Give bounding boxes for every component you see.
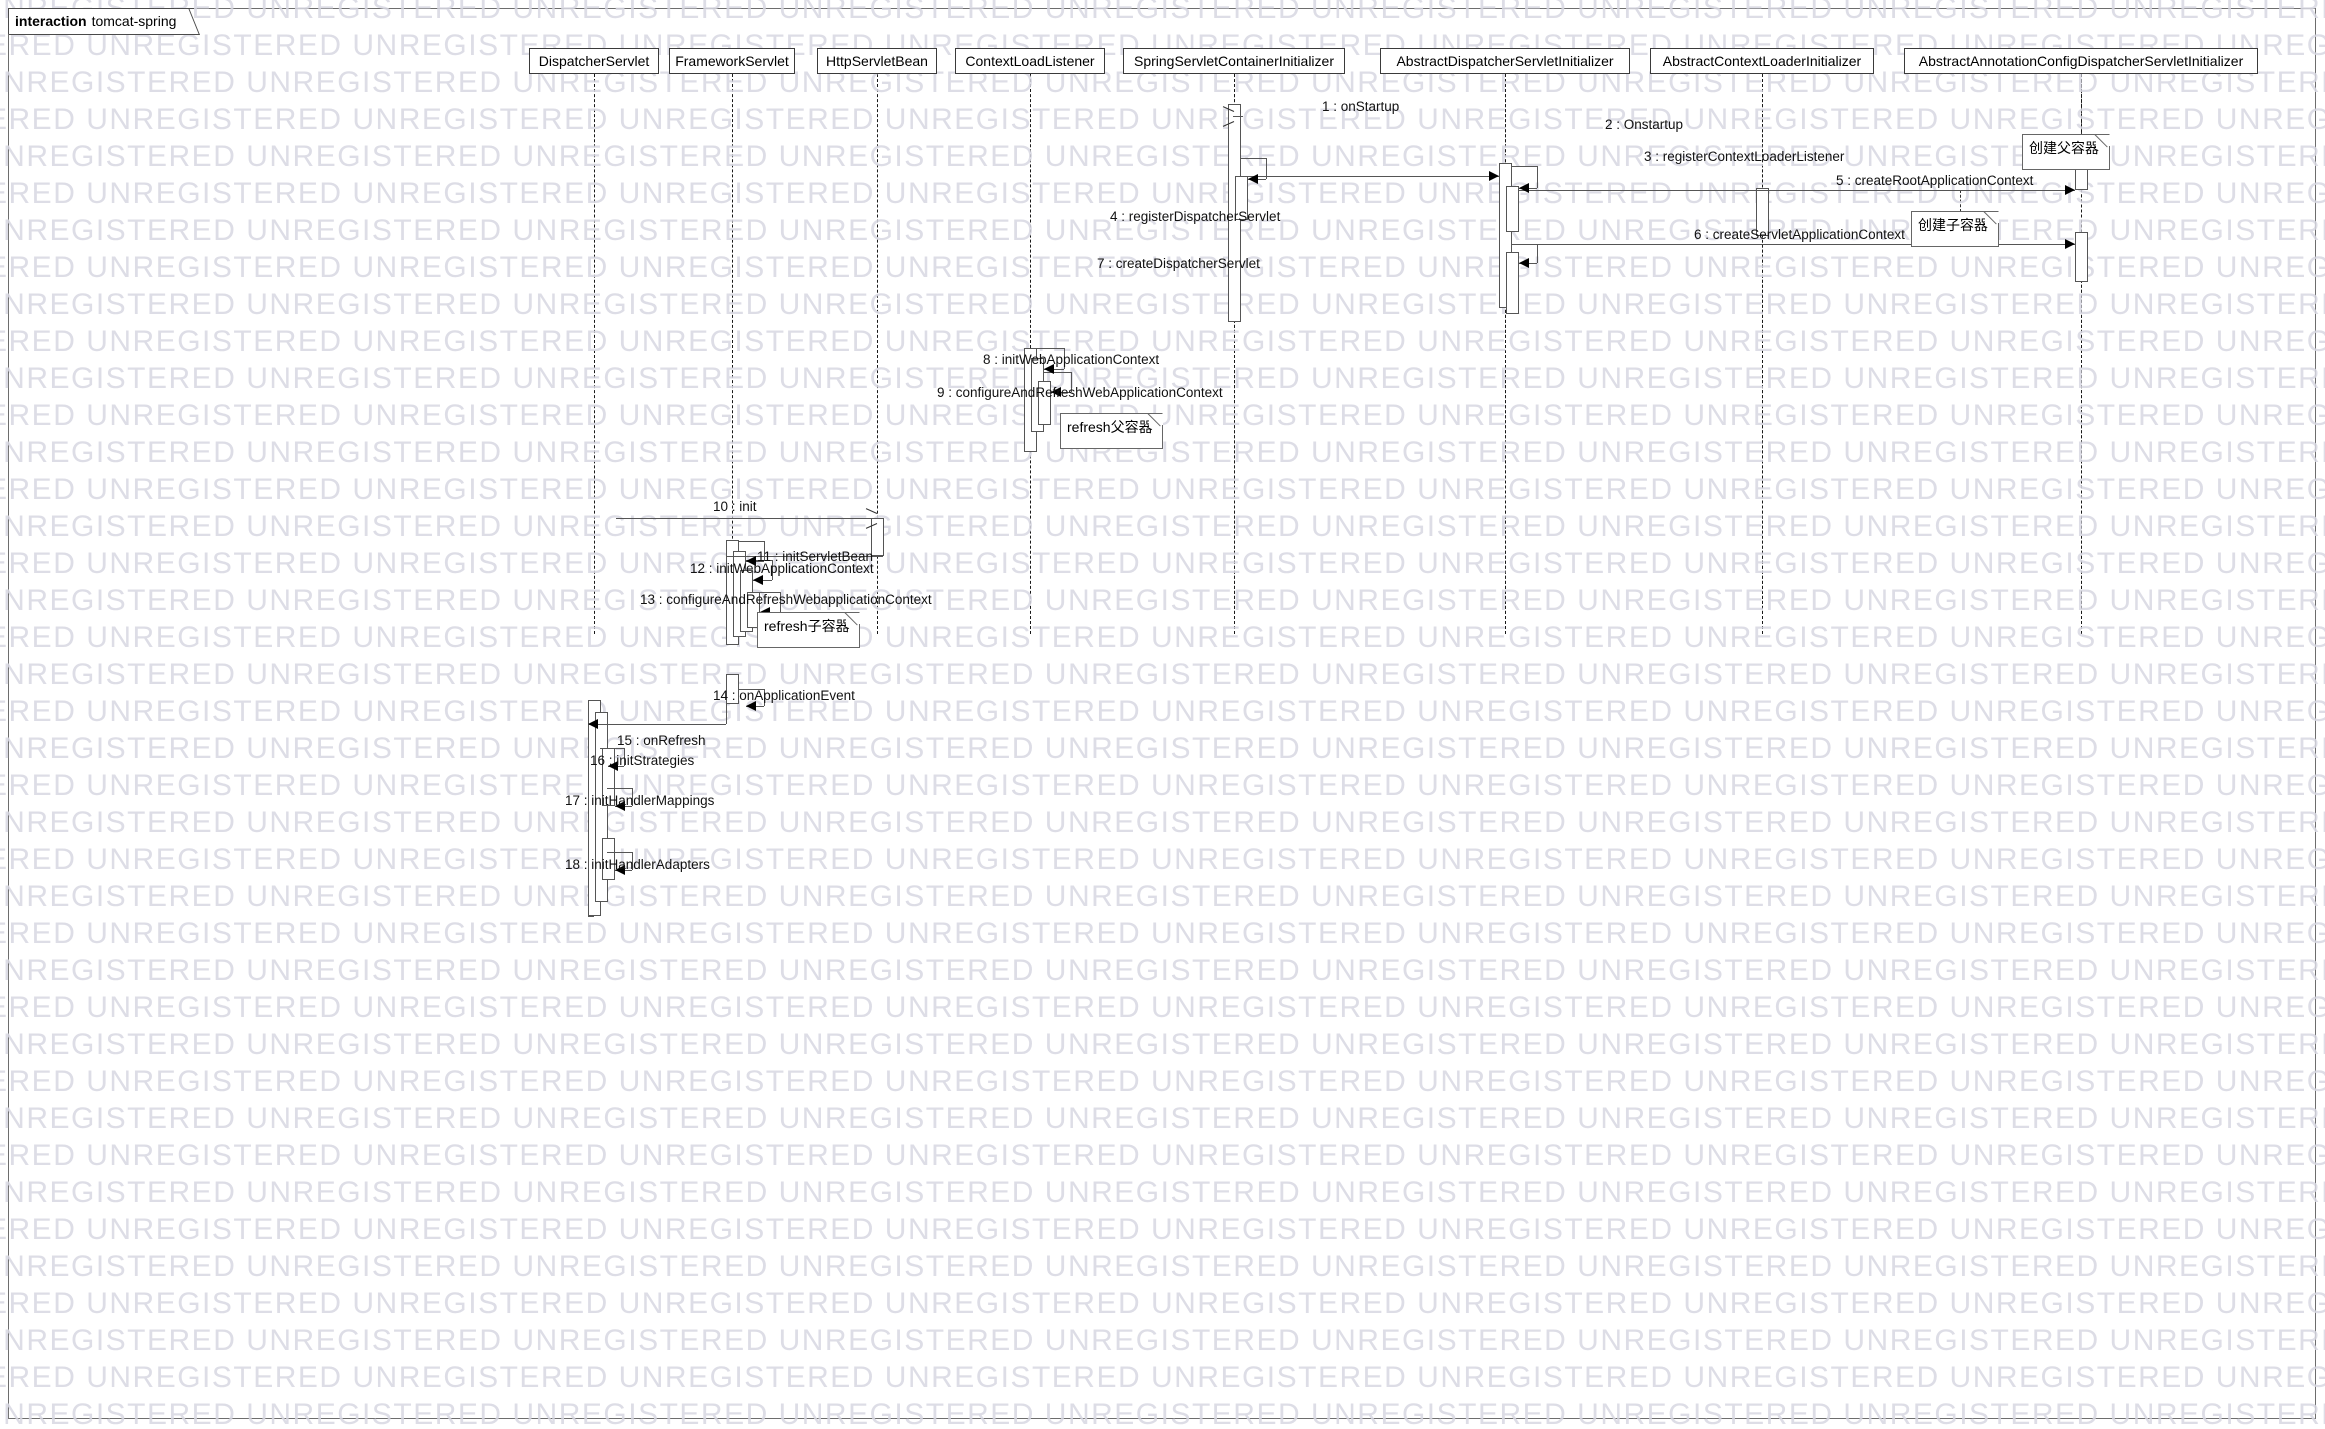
message-arrow-3 xyxy=(1519,183,1529,193)
activation-abstractAnnotation-2[interactable] xyxy=(2075,232,2088,282)
message-line-4a xyxy=(1240,158,1266,159)
lifeline-header-abstractAnnotation[interactable]: AbstractAnnotationConfigDispatcherServle… xyxy=(1904,48,2258,74)
message-label-12: 12 : initWebApplicationContext xyxy=(690,561,874,576)
message-line-16a xyxy=(600,748,624,749)
message-arrow-15 xyxy=(588,719,598,729)
interaction-frame-label: interaction tomcat-spring xyxy=(8,8,195,35)
message-label-2: 2 : Onstartup xyxy=(1605,117,1684,132)
note-create-parent: 创建父容器 xyxy=(2022,134,2110,170)
lifeline-stem-dispatcherServlet xyxy=(594,74,595,634)
message-line-17a xyxy=(607,788,632,789)
note-refresh-parent: refresh父容器 xyxy=(1060,413,1163,449)
lifeline-label: DispatcherServlet xyxy=(538,53,650,69)
lifeline-stem-ext-abstractDispatcher xyxy=(1505,74,1506,634)
note-refresh-child: refresh子容器 xyxy=(757,612,860,648)
lifeline-header-httpServletBean[interactable]: HttpServletBean xyxy=(817,48,937,74)
message-tail-dispatcher xyxy=(588,724,589,916)
message-line-1 xyxy=(1233,116,1243,117)
lifeline-label: ContextLoadListener xyxy=(965,53,1095,69)
note-create-child: 创建子容器 xyxy=(1911,211,1999,247)
message-arrow-10 xyxy=(865,513,876,524)
lifeline-label: HttpServletBean xyxy=(826,53,928,69)
message-label-14: 14 : onApplicationEvent xyxy=(713,688,855,703)
message-arrow-7 xyxy=(1519,258,1529,268)
message-label-8: 8 : initWebApplicationContext xyxy=(983,352,1160,367)
message-line-15b xyxy=(726,704,727,724)
message-line-2 xyxy=(1241,176,1499,177)
lifeline-header-contextLoadListener[interactable]: ContextLoadListener xyxy=(955,48,1105,74)
note-folded-corner xyxy=(2096,135,2109,148)
message-line-7b xyxy=(1537,244,1538,263)
note-text: refresh父容器 xyxy=(1067,419,1153,435)
message-label-6: 6 : createServletApplicationContext xyxy=(1694,227,1905,242)
message-line-8a xyxy=(1036,348,1064,349)
message-line-18a xyxy=(607,852,632,853)
message-label-5: 5 : createRootApplicationContext xyxy=(1836,173,2034,188)
lifeline-header-dispatcherServlet[interactable]: DispatcherServlet xyxy=(529,48,659,74)
message-line-3b xyxy=(1537,166,1538,188)
lifeline-label: AbstractDispatcherServletInitializer xyxy=(1396,53,1614,69)
message-arrow-12 xyxy=(753,575,763,585)
message-label-10: 10 : init xyxy=(713,499,757,514)
lifeline-label: FrameworkServlet xyxy=(675,53,789,69)
message-arrow-5 xyxy=(2065,185,2075,195)
message-line-10b xyxy=(883,518,884,556)
note-text: 创建父容器 xyxy=(2029,140,2099,156)
message-line-4b xyxy=(1266,158,1267,179)
message-label-13: 13 : configureAndRefreshWebapplicationCo… xyxy=(640,592,932,607)
note-text: 创建子容器 xyxy=(1918,217,1988,233)
message-line-10 xyxy=(616,518,876,519)
frame-label-clip-corner xyxy=(180,9,194,35)
message-label-1: 1 : onStartup xyxy=(1322,99,1400,114)
note-folded-corner xyxy=(1985,212,1998,225)
message-label-15: 15 : onRefresh xyxy=(617,733,706,748)
message-arrow-6 xyxy=(2065,239,2075,249)
lifeline-header-abstractDispatcher[interactable]: AbstractDispatcherServletInitializer xyxy=(1380,48,1630,74)
frame-keyword: interaction xyxy=(15,13,87,29)
message-label-9: 9 : configureAndRefreshWebApplicationCon… xyxy=(937,385,1223,400)
message-tail-dispatcher-end xyxy=(588,916,594,917)
note-folded-corner xyxy=(1149,414,1162,427)
lifeline-header-abstractContext[interactable]: AbstractContextLoaderInitializer xyxy=(1650,48,1874,74)
frame-name: tomcat-spring xyxy=(91,13,177,29)
message-line-11a xyxy=(738,541,764,542)
message-label-18: 18 : initHandlerAdapters xyxy=(565,857,710,872)
message-label-16: 16 : initStrategies xyxy=(590,753,695,768)
sequence-diagram-canvas: UNREGISTERED UNREGISTERED UNREGISTERED U… xyxy=(0,0,2325,1429)
message-arrow-4 xyxy=(1248,174,1258,184)
lifeline-header-springInitializer[interactable]: SpringServletContainerInitializer xyxy=(1123,48,1345,74)
note-text: refresh子容器 xyxy=(764,618,850,634)
message-label-4: 4 : registerDispatcherServlet xyxy=(1110,209,1281,224)
lifeline-label: AbstractContextLoaderInitializer xyxy=(1662,53,1862,69)
message-label-3: 3 : registerContextLoaderListener xyxy=(1644,149,1845,164)
lifeline-label: AbstractAnnotationConfigDispatcherServle… xyxy=(1918,53,2244,69)
lifeline-header-frameworkServlet[interactable]: FrameworkServlet xyxy=(669,48,795,74)
message-line-15 xyxy=(588,724,726,725)
activation-abstractDispatcher-self-3[interactable] xyxy=(1506,186,1519,232)
message-arrow-2 xyxy=(1489,171,1499,181)
lifeline-label: SpringServletContainerInitializer xyxy=(1134,53,1334,69)
message-arrow-1 xyxy=(1222,111,1233,122)
message-line-5 xyxy=(1519,190,2075,191)
note-folded-corner xyxy=(846,613,859,626)
note-connector-create-child xyxy=(1960,190,1961,212)
message-line-3a xyxy=(1511,166,1537,167)
message-line-7a xyxy=(1511,244,1537,245)
message-label-17: 17 : initHandlerMappings xyxy=(565,793,715,808)
activation-abstractDispatcher-self-7[interactable] xyxy=(1506,252,1519,314)
message-label-7: 7 : createDispatcherServlet xyxy=(1097,256,1260,271)
